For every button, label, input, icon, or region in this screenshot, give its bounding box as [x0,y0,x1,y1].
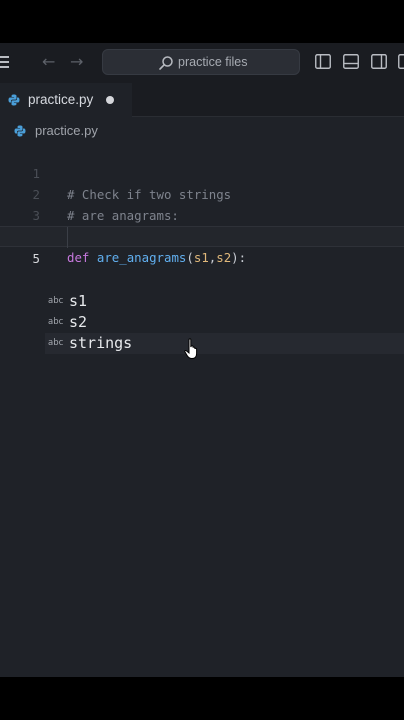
suggestion-label: strings [69,334,133,352]
python-file-icon [8,94,20,106]
tab-bar: practice.py [0,83,404,117]
code-line: 2 # are anagrams: [0,163,404,223]
title-bar: ← → practice files [0,43,404,83]
tab-label: practice.py [28,92,94,107]
search-icon [159,56,173,70]
keyword-def: def [67,250,90,265]
breadcrumb-file[interactable]: practice.py [35,123,98,138]
param-s2: s2 [216,250,232,265]
function-name: are_anagrams [96,250,187,265]
toggle-secondary-sidebar-icon[interactable] [371,54,387,69]
indent-guide [67,227,68,248]
line-number: 5 [32,251,40,266]
customize-layout-icon[interactable] [398,54,404,69]
param-s1: s1 [193,250,209,265]
forward-arrow-icon[interactable]: → [70,52,83,72]
tab-practice-py[interactable]: practice.py [0,83,132,117]
command-center-search[interactable]: practice files [102,49,300,75]
suggestion-s1[interactable]: abc s1 [45,291,404,312]
text-kind-icon: abc [48,296,64,306]
toggle-panel-icon[interactable] [343,54,359,69]
current-code-line: 5 return s [0,226,404,309]
paren-open: ( [186,250,194,265]
python-file-icon [14,125,26,137]
suggestion-strings[interactable]: abc strings [45,333,404,354]
autocomplete-suggestions: abc s1 abc s2 abc strings [45,291,404,354]
code-line: 3 [0,184,404,223]
back-arrow-icon[interactable]: ← [42,52,55,72]
editor-window: ← → practice files practice.py practice.… [0,43,404,677]
toggle-primary-sidebar-icon[interactable] [315,54,331,69]
code-editor[interactable]: 1 # Check if two strings 2 # are anagram… [0,142,404,677]
menu-icon[interactable] [0,56,10,68]
unsaved-changes-dot-icon[interactable] [106,96,114,104]
suggestion-label: s1 [69,292,88,310]
suggestion-s2[interactable]: abc s2 [45,312,404,333]
text-kind-icon: abc [48,317,64,327]
command-center-text: practice files [178,55,248,69]
code-line: 4 def are_anagrams(s1,s2): [0,205,404,265]
breadcrumb: practice.py [0,120,404,142]
paren-close: ): [231,250,247,265]
suggestion-label: s2 [69,313,88,331]
text-kind-icon: abc [48,338,64,348]
hand-pointer-cursor-icon [184,338,198,360]
code-line: 1 # Check if two strings [0,142,404,202]
